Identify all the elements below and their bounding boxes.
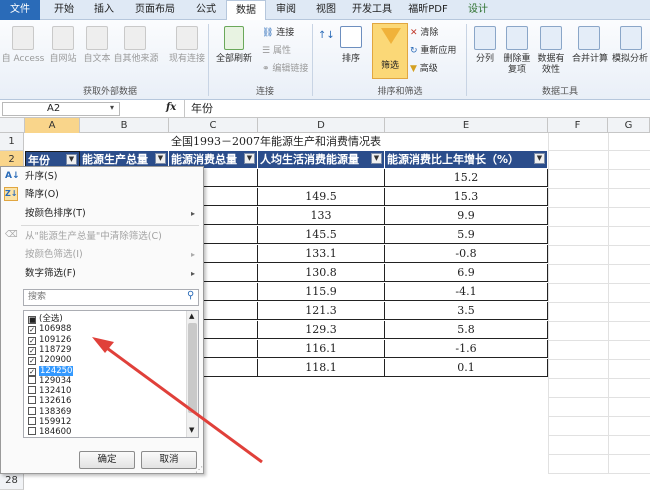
annotation-arrow-shaft: [99, 341, 263, 464]
annotation-arrow: [92, 337, 263, 464]
